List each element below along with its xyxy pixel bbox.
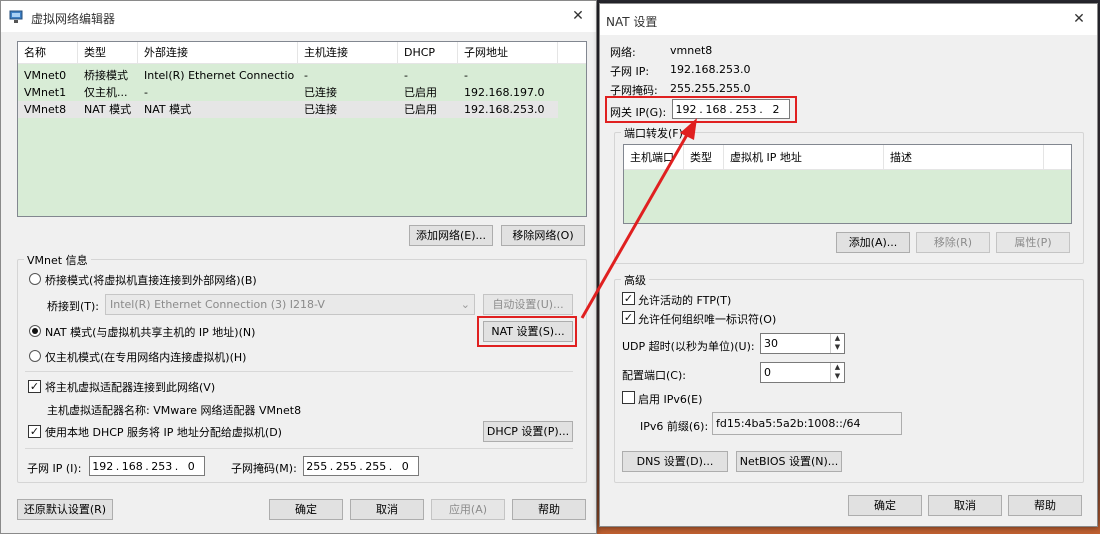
annotation-arrow — [580, 118, 697, 319]
